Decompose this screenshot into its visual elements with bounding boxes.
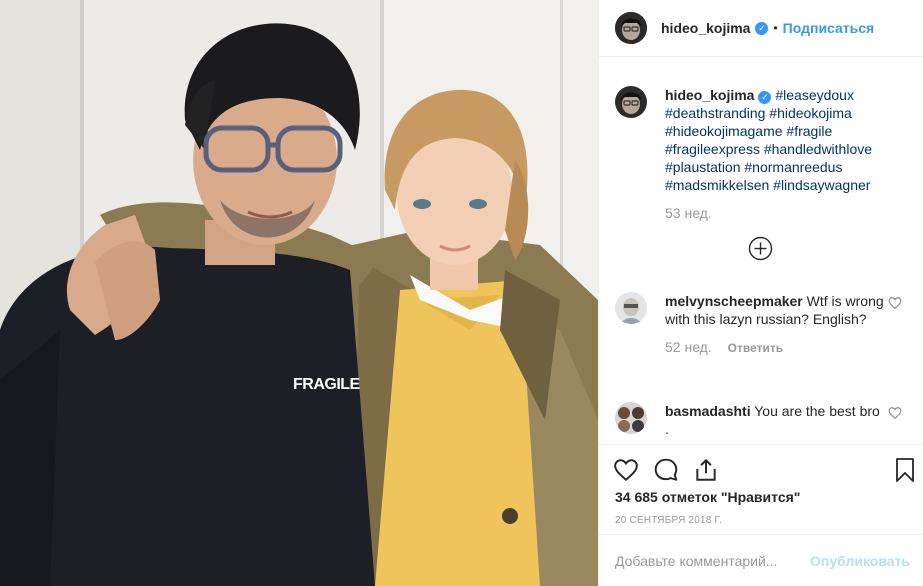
post-date: 20 СЕНТЯБРЯ 2018 Г. <box>615 515 722 526</box>
comment-item: basmadashti You are the best bro . <box>599 402 923 438</box>
share-button[interactable] <box>693 457 719 486</box>
caption-avatar[interactable] <box>615 86 647 118</box>
comment-button[interactable] <box>653 457 679 486</box>
comment-icon <box>654 458 678 481</box>
verified-badge-icon: ✓ <box>758 90 772 104</box>
small-heart-icon <box>888 407 902 420</box>
reply-button[interactable]: Ответить <box>728 341 783 355</box>
comment-username[interactable]: basmadashti <box>665 403 751 419</box>
like-button[interactable] <box>613 457 639 486</box>
publish-button[interactable]: Опубликовать <box>810 553 910 569</box>
comments-area[interactable]: hideo_kojima ✓ #leaseydoux #deathstrandin… <box>599 58 923 444</box>
add-circle-icon <box>748 236 773 261</box>
caption-username[interactable]: hideo_kojima <box>665 87 754 103</box>
comment-input[interactable] <box>615 552 815 569</box>
bookmark-button[interactable] <box>893 457 917 486</box>
comment-text: basmadashti You are the best bro . <box>665 402 884 438</box>
photo-illustration <box>0 0 598 586</box>
like-comment-button[interactable] <box>888 406 902 420</box>
comment-avatar[interactable] <box>615 292 647 324</box>
post-photo[interactable]: FRAGILE <box>0 0 598 586</box>
caption-text: hideo_kojima ✓ #leaseydoux #deathstrandin… <box>665 86 884 194</box>
load-more-comments-button[interactable] <box>748 236 773 261</box>
caption: hideo_kojima ✓ #leaseydoux #deathstrandin… <box>599 86 923 221</box>
verified-badge-icon: ✓ <box>755 21 769 35</box>
comment-text: melvynscheepmaker Wtf is wrong with this… <box>665 292 884 328</box>
add-comment-bar: Опубликовать <box>599 534 923 586</box>
likes-count[interactable]: 34 685 отметок "Нравится" <box>615 489 800 505</box>
caption-time: 53 нед. <box>665 205 712 221</box>
small-heart-icon <box>888 297 902 310</box>
separator-dot: • <box>773 21 778 35</box>
follow-button[interactable]: Подписаться <box>783 20 875 36</box>
like-comment-button[interactable] <box>888 296 902 310</box>
comment-meta: 52 нед. Ответить <box>665 339 884 355</box>
comment-time: 52 нед. <box>665 339 712 355</box>
post-header: hideo_kojima ✓ • Подписаться <box>599 0 923 57</box>
avatar-image <box>615 12 647 44</box>
header-username[interactable]: hideo_kojima <box>661 20 750 36</box>
comment-avatar[interactable] <box>615 402 647 434</box>
share-icon <box>696 458 716 481</box>
action-icons <box>613 457 914 486</box>
post-actions: 34 685 отметок "Нравится" 20 СЕНТЯБРЯ 20… <box>599 444 923 534</box>
shirt-logo-text: FRAGILE <box>293 376 360 393</box>
heart-icon <box>614 459 638 482</box>
bookmark-icon <box>896 458 914 482</box>
comment-item: melvynscheepmaker Wtf is wrong with this… <box>599 292 923 355</box>
avatar-image <box>615 86 647 118</box>
comment-username[interactable]: melvynscheepmaker <box>665 293 803 309</box>
instagram-post: FRAGILE hideo_kojima ✓ • Подписаться hid… <box>0 0 923 586</box>
avatar-image <box>615 292 647 324</box>
avatar-image <box>615 402 647 434</box>
post-side-panel: hideo_kojima ✓ • Подписаться hideo_kojim… <box>598 0 923 586</box>
avatar[interactable] <box>615 12 647 44</box>
